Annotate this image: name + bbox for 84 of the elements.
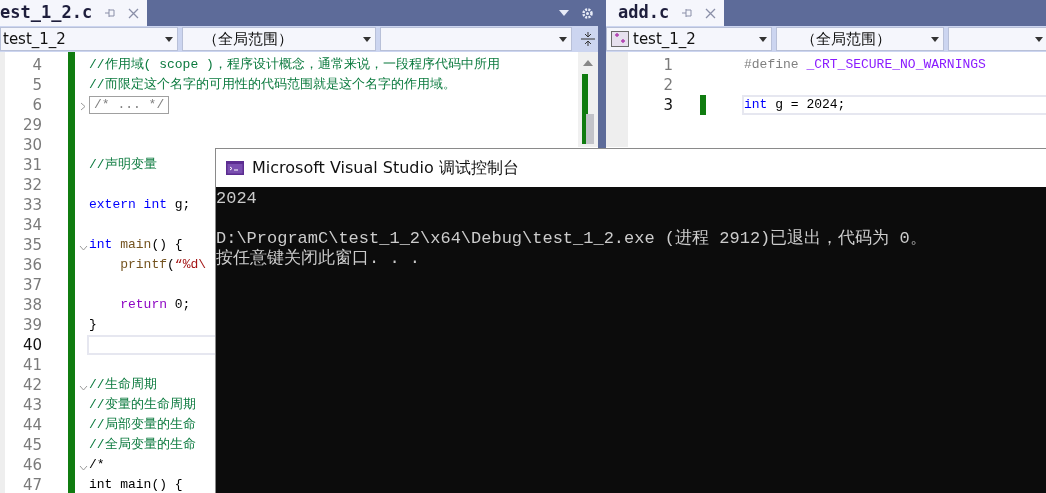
navigation-dropdown[interactable]: （全局范围） (181, 27, 377, 51)
code-token: g; (173, 196, 191, 215)
code-token: //局部变量的生命 (89, 416, 196, 435)
line-number: 40 (21, 334, 42, 356)
code-token: //而限定这个名字的可用性的代码范围就是这个名字的作用域。 (89, 76, 456, 95)
line-number: 43 (21, 394, 42, 416)
code-token: main (119, 236, 152, 255)
pin-icon[interactable] (681, 8, 694, 18)
file-tab[interactable]: add.c (606, 0, 725, 26)
line-number: 39 (21, 314, 42, 336)
line-number: 35 (21, 234, 42, 256)
code-token: //变量的生命周期 (89, 396, 196, 415)
close-icon[interactable] (705, 7, 717, 19)
dropdown-caret-icon (559, 36, 568, 42)
line-number: 46 (21, 454, 42, 476)
code-token: int (89, 236, 113, 255)
console-title: Microsoft Visual Studio 调试控制台 (252, 157, 519, 179)
console-output: 2024 (216, 189, 257, 209)
code-token: /* (89, 456, 105, 475)
line-number: 32 (21, 174, 42, 196)
settings-icon[interactable] (581, 6, 594, 20)
code-token: g = 2024; (774, 96, 846, 115)
line-number: 47 (21, 474, 42, 493)
line-number: 45 (21, 434, 42, 456)
vertical-scrollbar[interactable] (578, 52, 598, 147)
code-token: ( (167, 256, 175, 275)
project-icon (611, 31, 629, 47)
dropdown-caret-icon (931, 36, 939, 42)
line-number: 30 (21, 134, 42, 156)
scroll-up-icon[interactable] (583, 60, 593, 66)
collapse-chevron-icon[interactable] (79, 245, 88, 251)
navigation-dropdown[interactable]: test_1_2 (606, 27, 772, 51)
code-token: //生命周期 (89, 376, 157, 395)
split-icon[interactable] (580, 31, 596, 47)
code-token: } (89, 316, 97, 335)
code-token: 0; (173, 296, 191, 315)
code-token: return (119, 296, 167, 315)
line-number: 34 (21, 214, 42, 236)
line-number: 3 (662, 94, 673, 116)
line-number: 1 (662, 54, 673, 76)
navigation-dropdown[interactable]: （全局范围） (776, 27, 944, 51)
code-token: #define (744, 56, 799, 75)
close-icon[interactable] (128, 7, 140, 19)
line-number: 29 (21, 114, 42, 136)
line-number: 2 (662, 74, 673, 96)
code-token: int main() { (89, 476, 183, 493)
dropdown-caret-icon (164, 36, 173, 42)
code-token: int (744, 96, 768, 115)
code-token: printf (119, 256, 167, 275)
file-tab[interactable]: est_1_2.c (0, 0, 148, 26)
console-app-icon (226, 161, 244, 175)
collapse-chevron-icon[interactable] (79, 385, 88, 391)
code-token: //作用域( scope )，程序设计概念，通常来说，一段程序代码中所用 (89, 56, 500, 75)
code-token: //全局变量的生命 (89, 436, 196, 455)
navigation-dropdown[interactable] (380, 27, 573, 51)
code-token: _CRT_SECURE_NO_WARNINGS (805, 56, 986, 75)
line-number: 33 (21, 194, 42, 216)
code-token: “%d\ (174, 256, 207, 275)
line-number: 41 (21, 354, 42, 376)
line-number: 31 (21, 154, 42, 176)
collapsed-code[interactable]: /* ... */ (89, 96, 170, 114)
dropdown-caret-icon (363, 36, 372, 42)
dropdown-caret-icon (1035, 36, 1043, 42)
line-number: 42 (21, 374, 42, 396)
dropdown-caret-icon[interactable] (559, 10, 569, 16)
line-number: 37 (21, 274, 42, 296)
code-token: //声明变量 (89, 156, 157, 175)
code-token: extern int (89, 196, 167, 215)
line-number: 36 (21, 254, 42, 276)
pin-icon[interactable] (104, 8, 117, 18)
expand-chevron-icon[interactable] (80, 102, 86, 111)
close-prompt: 按任意键关闭此窗口. . . (216, 249, 420, 269)
code-token: () { (151, 236, 183, 255)
collapse-chevron-icon[interactable] (79, 465, 88, 471)
scrollbar-thumb[interactable] (586, 114, 594, 144)
exit-message: D:\ProgramC\test_1_2\x64\Debug\test_1_2.exe (进程 2912)已退出，代码为 0。 (216, 229, 927, 248)
line-number: 5 (31, 74, 42, 96)
navigation-dropdown[interactable]: test_1_2 (0, 27, 178, 51)
line-number: 4 (31, 54, 42, 76)
line-number: 38 (21, 294, 42, 316)
navigation-dropdown[interactable] (948, 27, 1046, 51)
line-number: 6 (31, 94, 42, 116)
line-number: 44 (21, 414, 42, 436)
dropdown-caret-icon (759, 36, 767, 42)
